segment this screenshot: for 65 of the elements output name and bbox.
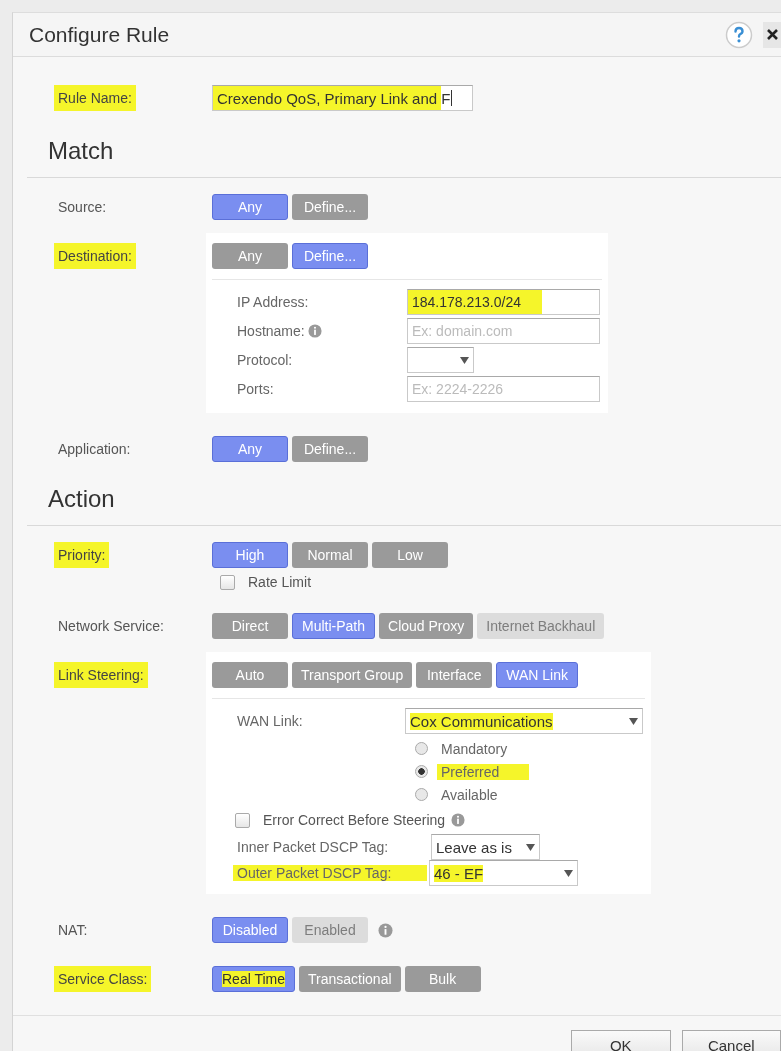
- checkbox[interactable]: [235, 812, 250, 828]
- caret-icon: [564, 869, 573, 877]
- option-button[interactable]: Direct: [212, 613, 288, 639]
- field-label: Hostname:: [237, 323, 305, 339]
- field-label: Destination:: [54, 243, 136, 269]
- field-label: Network Service:: [58, 617, 164, 636]
- section-heading: Action: [27, 485, 781, 526]
- radio-button[interactable]: [415, 742, 428, 755]
- dropdown[interactable]: Leave as is: [431, 834, 540, 860]
- option-button[interactable]: Disabled: [212, 917, 288, 943]
- section-heading: Match: [27, 137, 781, 178]
- dialog-button[interactable]: Cancel: [681, 1030, 781, 1051]
- field-label: Application:: [58, 440, 131, 459]
- radio-button[interactable]: [415, 788, 428, 801]
- caret-icon: [460, 356, 469, 364]
- close-icon[interactable]: [763, 21, 781, 48]
- caret-icon: [526, 843, 535, 851]
- field-label: Inner Packet DSCP Tag:: [237, 839, 390, 855]
- field-label: WAN Link:: [237, 713, 304, 729]
- option-button[interactable]: Transport Group: [292, 662, 413, 688]
- option-button[interactable]: Multi-Path: [292, 613, 376, 639]
- field-label: Source:: [58, 198, 107, 217]
- option-button[interactable]: Real Time: [212, 966, 296, 992]
- option-button[interactable]: Define...: [292, 436, 368, 462]
- input-field[interactable]: Ex: domain.com: [407, 318, 600, 344]
- option-button[interactable]: Any: [212, 194, 288, 220]
- option-button[interactable]: High: [212, 542, 288, 568]
- field-label: IP Address:: [237, 294, 309, 310]
- dialog-title: Configure Rule: [29, 22, 170, 47]
- option-button[interactable]: Interface: [416, 662, 493, 688]
- radio-button[interactable]: [415, 765, 428, 778]
- caret-icon: [629, 717, 638, 725]
- field-label: Priority:: [54, 542, 110, 568]
- option-button[interactable]: Any: [212, 243, 288, 269]
- field-label: Service Class:: [54, 966, 152, 992]
- option-button[interactable]: Transactional: [299, 966, 401, 992]
- field-label: Ports:: [237, 381, 274, 397]
- dropdown[interactable]: Cox Communications: [405, 708, 643, 734]
- option-button[interactable]: WAN Link: [496, 662, 578, 688]
- dropdown[interactable]: 46 - EF: [429, 860, 578, 886]
- checkbox-label: Rate Limit: [248, 574, 312, 590]
- dropdown[interactable]: [407, 347, 474, 373]
- radio-label: Preferred: [437, 763, 530, 780]
- option-button[interactable]: Define...: [292, 194, 368, 220]
- option-button[interactable]: Low: [372, 542, 448, 568]
- input-field[interactable]: 184.178.213.0/24: [407, 289, 600, 315]
- option-button[interactable]: Any: [212, 436, 288, 462]
- help-icon[interactable]: [725, 20, 753, 49]
- option-button[interactable]: Normal: [292, 542, 368, 568]
- field-label: Outer Packet DSCP Tag:: [233, 865, 427, 881]
- checkbox[interactable]: [220, 574, 235, 590]
- option-button[interactable]: Define...: [292, 243, 368, 269]
- field-label: NAT:: [58, 921, 88, 940]
- dialog-button[interactable]: OK: [571, 1030, 671, 1051]
- field-label: Link Steering:: [54, 662, 148, 688]
- option-button[interactable]: Cloud Proxy: [379, 613, 474, 639]
- rule-name-label: Rule Name:: [54, 85, 136, 111]
- input-field[interactable]: Ex: 2224-2226: [407, 376, 600, 402]
- radio-label: Mandatory: [441, 740, 508, 757]
- option-button[interactable]: Bulk: [404, 966, 481, 992]
- rule-name-field[interactable]: Crexendo QoS, Primary Link and F: [212, 85, 473, 111]
- checkbox-label: Error Correct Before Steering: [263, 812, 446, 828]
- field-label: Protocol:: [237, 352, 293, 368]
- option-button[interactable]: Auto: [212, 662, 288, 688]
- radio-label: Available: [441, 786, 498, 803]
